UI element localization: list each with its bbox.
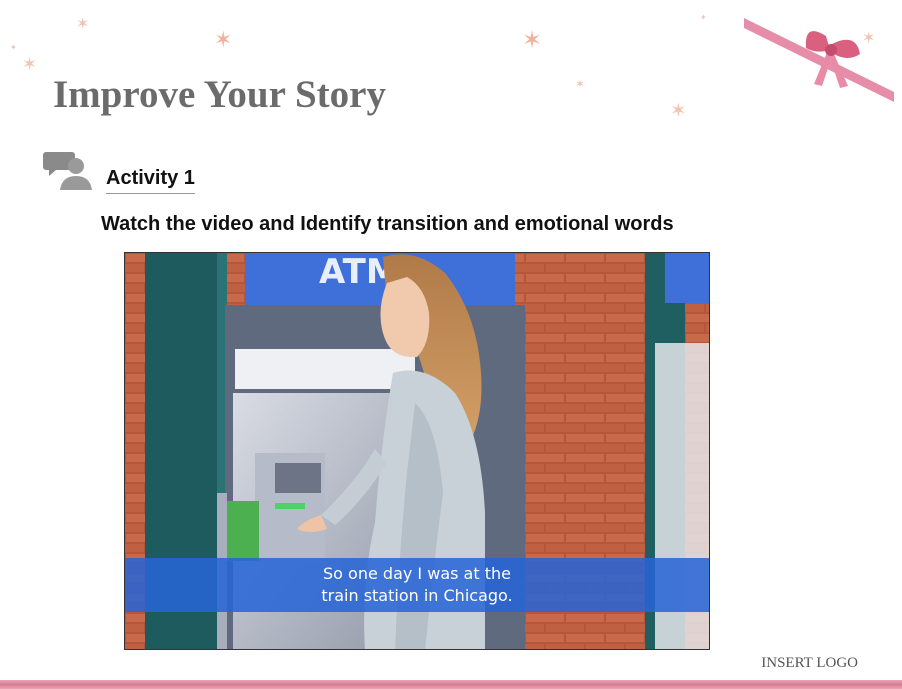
star-decoration-icon: ✶ — [575, 77, 586, 91]
caption-line: So one day I was at the — [323, 564, 511, 583]
instruction-text: Watch the video and Identify transition … — [101, 213, 674, 235]
star-decoration-icon: ✦ — [10, 43, 17, 52]
star-decoration-icon: ✶ — [522, 26, 543, 54]
star-decoration-icon: ✶ — [76, 14, 90, 33]
video-player[interactable]: ATM So one day I was at the train statio… — [124, 252, 710, 650]
star-decoration-icon: ✦ — [700, 13, 707, 22]
bottom-decorative-band — [0, 680, 902, 689]
activity-label: Activity 1 — [106, 167, 195, 194]
logo-placeholder: INSERT LOGO — [761, 655, 858, 671]
star-decoration-icon: ✶ — [22, 54, 38, 75]
caption-line: train station in Chicago. — [321, 586, 513, 605]
slide-title: Improve Your Story — [53, 73, 386, 116]
video-caption: So one day I was at the train station in… — [125, 558, 709, 612]
star-decoration-icon: ✶ — [670, 98, 687, 122]
chat-bubbles-icon — [43, 152, 92, 190]
ribbon-bow-icon — [744, 18, 894, 102]
star-decoration-icon: ✶ — [214, 28, 233, 53]
